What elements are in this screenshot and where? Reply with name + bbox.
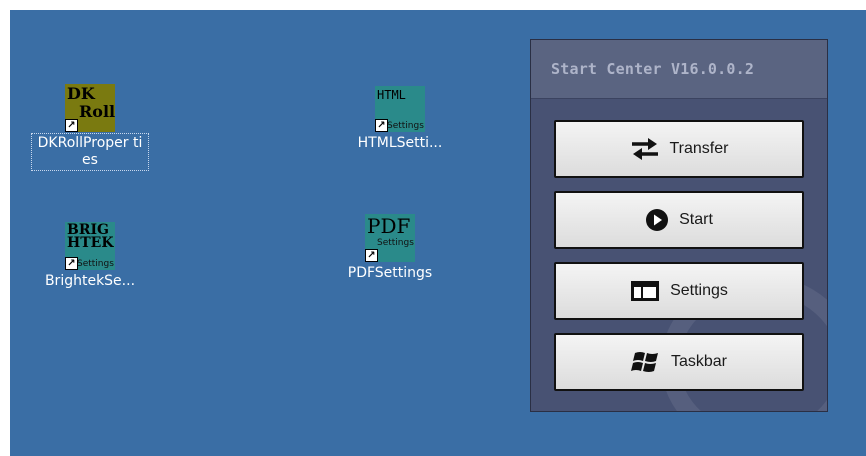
desktop-icon-label: BrightekSe... — [44, 273, 136, 289]
start-center-header: Start Center V16.0.0.2 — [531, 40, 827, 99]
windows-flag-icon — [630, 352, 658, 372]
shortcut-arrow-icon: ↗ — [65, 119, 78, 132]
dkroll-app-icon: DK Roll ↗ — [65, 84, 116, 132]
start-center-title: Start Center V16.0.0.2 — [551, 60, 755, 78]
desktop-icon-label: HTMLSetti... — [357, 135, 443, 151]
desktop-icon-label: PDFSettings — [347, 265, 433, 281]
pdf-settings-app-icon: PDF Settings ↗ — [365, 214, 415, 262]
settings-button[interactable]: Settings — [554, 262, 804, 320]
taskbar-button[interactable]: Taskbar — [554, 333, 804, 391]
desktop-icon-brighteksettings[interactable]: BRIG HTEK Settings ↗ BrightekSe... — [32, 222, 148, 291]
transfer-button-label: Transfer — [669, 140, 729, 157]
desktop-icon-label: DKRollProper ties — [31, 133, 149, 171]
shortcut-arrow-icon: ↗ — [375, 119, 388, 132]
desktop: DK Roll ↗ DKRollProper ties HTML Setting… — [10, 10, 866, 456]
desktop-icon-pdfsettings[interactable]: PDF Settings ↗ PDFSettings — [332, 214, 448, 283]
settings-window-icon — [631, 281, 660, 301]
taskbar-button-label: Taskbar — [670, 353, 728, 370]
shortcut-arrow-icon: ↗ — [65, 257, 78, 270]
transfer-button[interactable]: Transfer — [554, 120, 804, 178]
transfer-arrows-icon — [631, 138, 658, 160]
start-button[interactable]: Start — [554, 191, 804, 249]
play-circle-icon — [646, 209, 669, 231]
html-settings-app-icon: HTML Settings ↗ — [375, 86, 425, 132]
brightek-settings-app-icon: BRIG HTEK Settings ↗ — [65, 222, 115, 270]
settings-button-label: Settings — [670, 282, 728, 299]
start-button-label: Start — [679, 211, 713, 228]
start-center-panel: Start Center V16.0.0.2 Transfer Start Se… — [530, 39, 828, 412]
desktop-icon-dkrollproperties[interactable]: DK Roll ↗ DKRollProper ties — [31, 84, 149, 171]
shortcut-arrow-icon: ↗ — [365, 249, 378, 262]
desktop-icon-htmlsettings[interactable]: HTML Settings ↗ HTMLSetti... — [342, 86, 458, 153]
